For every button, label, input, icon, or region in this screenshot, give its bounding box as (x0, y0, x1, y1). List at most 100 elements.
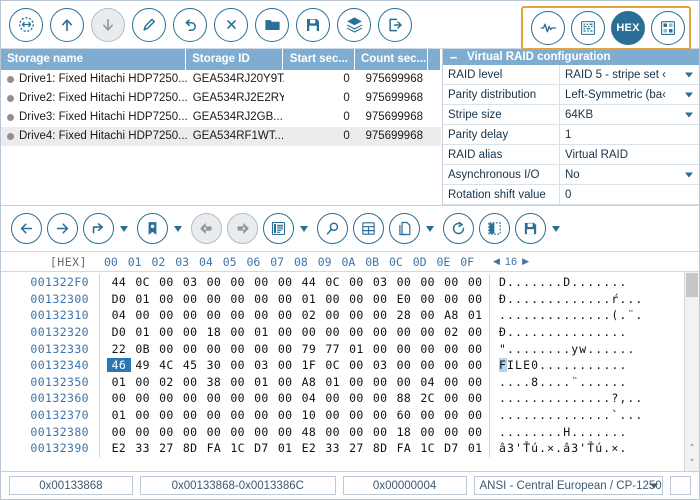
hex-byte[interactable]: 00 (273, 408, 297, 422)
hex-byte[interactable]: D0 (107, 325, 131, 339)
hex-row[interactable]: 00132360000000000000000004000000882C0000… (1, 390, 684, 407)
hex-byte[interactable]: 00 (297, 325, 321, 339)
scroll-down-icon[interactable]: ˅ (685, 456, 699, 471)
hex-byte[interactable]: 00 (345, 375, 369, 389)
hex-byte[interactable]: 01 (321, 375, 345, 389)
hex-byte[interactable]: 01 (250, 375, 274, 389)
hex-byte[interactable]: 18 (202, 325, 226, 339)
hex-byte[interactable]: 0C (321, 275, 345, 289)
hex-byte[interactable]: D7 (250, 441, 274, 455)
apply-exit-icon[interactable] (378, 8, 412, 42)
hex-byte[interactable]: 28 (392, 308, 416, 322)
hex-byte[interactable]: 00 (345, 308, 369, 322)
hex-byte[interactable]: 44 (107, 275, 131, 289)
grid-map-icon[interactable] (571, 11, 605, 45)
open-folder-icon[interactable] (255, 8, 289, 42)
hex-row-bytes[interactable]: 00000000000000004800000018000000 (107, 425, 487, 439)
hex-byte[interactable]: 00 (273, 325, 297, 339)
hex-byte[interactable]: 00 (345, 391, 369, 405)
edit-pencil-icon[interactable] (132, 8, 166, 42)
ascii-char-selected[interactable]: F (499, 358, 507, 372)
hex-byte[interactable]: 00 (131, 408, 155, 422)
chevron-down-icon[interactable] (685, 72, 693, 77)
chevron-down-icon[interactable] (300, 226, 308, 232)
hex-byte[interactable]: 00 (155, 325, 179, 339)
hex-byte[interactable]: 04 (297, 391, 321, 405)
status-current-offset[interactable]: 0x00133868 (9, 476, 133, 495)
hex-byte[interactable]: 00 (368, 375, 392, 389)
hex-byte[interactable]: 00 (321, 325, 345, 339)
hex-byte[interactable]: 00 (178, 425, 202, 439)
hex-byte[interactable]: 01 (131, 325, 155, 339)
hex-byte[interactable]: A8 (440, 308, 464, 322)
hex-byte[interactable]: 00 (368, 391, 392, 405)
bookmark-icon[interactable] (137, 213, 168, 244)
hex-byte[interactable]: 27 (345, 441, 369, 455)
raid-level-value[interactable]: RAID 5 - stripe set ‹ (560, 65, 699, 84)
hex-byte[interactable]: 18 (392, 425, 416, 439)
hex-row-ascii[interactable]: ..............(.¨. (499, 308, 643, 322)
hex-byte[interactable]: 00 (155, 425, 179, 439)
hex-byte[interactable]: FA (202, 441, 226, 455)
hex-byte[interactable]: 00 (131, 391, 155, 405)
hex-row[interactable]: 0013237001000000000000001000000060000000… (1, 407, 684, 424)
navigate-back-icon[interactable] (11, 213, 42, 244)
hex-byte[interactable]: A8 (297, 375, 321, 389)
hex-byte[interactable]: 0C (321, 358, 345, 372)
column-header-storage-name[interactable]: Storage name (1, 49, 186, 70)
hex-byte[interactable]: 44 (297, 275, 321, 289)
hex-byte[interactable]: 00 (226, 375, 250, 389)
hex-byte[interactable]: 00 (463, 408, 487, 422)
hex-byte[interactable]: 00 (416, 408, 440, 422)
hex-byte[interactable]: 48 (297, 425, 321, 439)
hex-byte[interactable]: 00 (321, 308, 345, 322)
hex-row-bytes[interactable]: 000000000000000004000000882C0000 (107, 391, 487, 405)
parity-distribution-value[interactable]: Left-Symmetric (ba‹ (560, 85, 699, 104)
hex-byte[interactable]: 00 (250, 391, 274, 405)
hex-row-bytes[interactable]: 0100020038000100A801000000040000 (107, 375, 487, 389)
hex-byte[interactable]: 00 (463, 375, 487, 389)
hex-byte[interactable]: 8D (368, 441, 392, 455)
hex-byte[interactable]: 1C (416, 441, 440, 455)
hex-byte[interactable]: 00 (178, 325, 202, 339)
hex-byte[interactable]: 00 (273, 342, 297, 356)
hex-row[interactable]: 001323500100020038000100A801000000040000… (1, 374, 684, 391)
hex-byte[interactable]: 49 (131, 358, 155, 372)
hex-row[interactable]: 001323100400000000000000020000002800A801… (1, 307, 684, 324)
hex-byte[interactable]: 00 (321, 292, 345, 306)
hex-byte[interactable]: 01 (297, 292, 321, 306)
hex-byte[interactable]: 00 (368, 408, 392, 422)
hex-byte[interactable]: 00 (131, 425, 155, 439)
hex-byte[interactable]: 02 (440, 325, 464, 339)
hex-byte[interactable]: 00 (250, 275, 274, 289)
hex-row-ascii[interactable]: â3'Ťú.×.â3'Ťú.×. (499, 441, 627, 455)
hex-byte[interactable]: 00 (345, 425, 369, 439)
hex-byte[interactable]: 00 (107, 425, 131, 439)
hex-byte[interactable]: 01 (463, 308, 487, 322)
hex-byte[interactable]: 00 (368, 425, 392, 439)
copy-icon[interactable] (389, 213, 420, 244)
hex-byte[interactable]: 03 (250, 358, 274, 372)
hex-byte[interactable]: 77 (321, 342, 345, 356)
hex-byte[interactable]: 00 (440, 391, 464, 405)
hex-row-ascii[interactable]: D.......D....... (499, 275, 627, 289)
hex-byte[interactable]: 00 (178, 308, 202, 322)
hex-row-bytes[interactable]: 440C000300000000440C000300000000 (107, 275, 487, 289)
hex-row-bytes[interactable]: E233278DFA1CD701E233278DFA1CD701 (107, 441, 487, 455)
hex-byte[interactable]: 00 (321, 391, 345, 405)
hex-byte[interactable]: 03 (368, 275, 392, 289)
hex-byte[interactable]: 1F (297, 358, 321, 372)
hex-byte[interactable]: 00 (273, 292, 297, 306)
hex-byte[interactable]: 00 (392, 325, 416, 339)
hex-row-bytes[interactable]: 01000000000000001000000060000000 (107, 408, 487, 422)
hex-byte[interactable]: 1C (226, 441, 250, 455)
hex-byte[interactable]: 22 (107, 342, 131, 356)
hex-byte[interactable]: 79 (297, 342, 321, 356)
hex-byte[interactable]: 00 (273, 275, 297, 289)
table-row[interactable]: Drive4: Fixed Hitachi HDP7250... GEA534R… (1, 127, 441, 146)
hex-byte[interactable]: 00 (392, 375, 416, 389)
hex-byte[interactable]: 00 (416, 275, 440, 289)
hex-byte[interactable]: 00 (463, 342, 487, 356)
hex-byte[interactable]: 46 (107, 358, 131, 372)
hex-byte[interactable]: 00 (368, 325, 392, 339)
